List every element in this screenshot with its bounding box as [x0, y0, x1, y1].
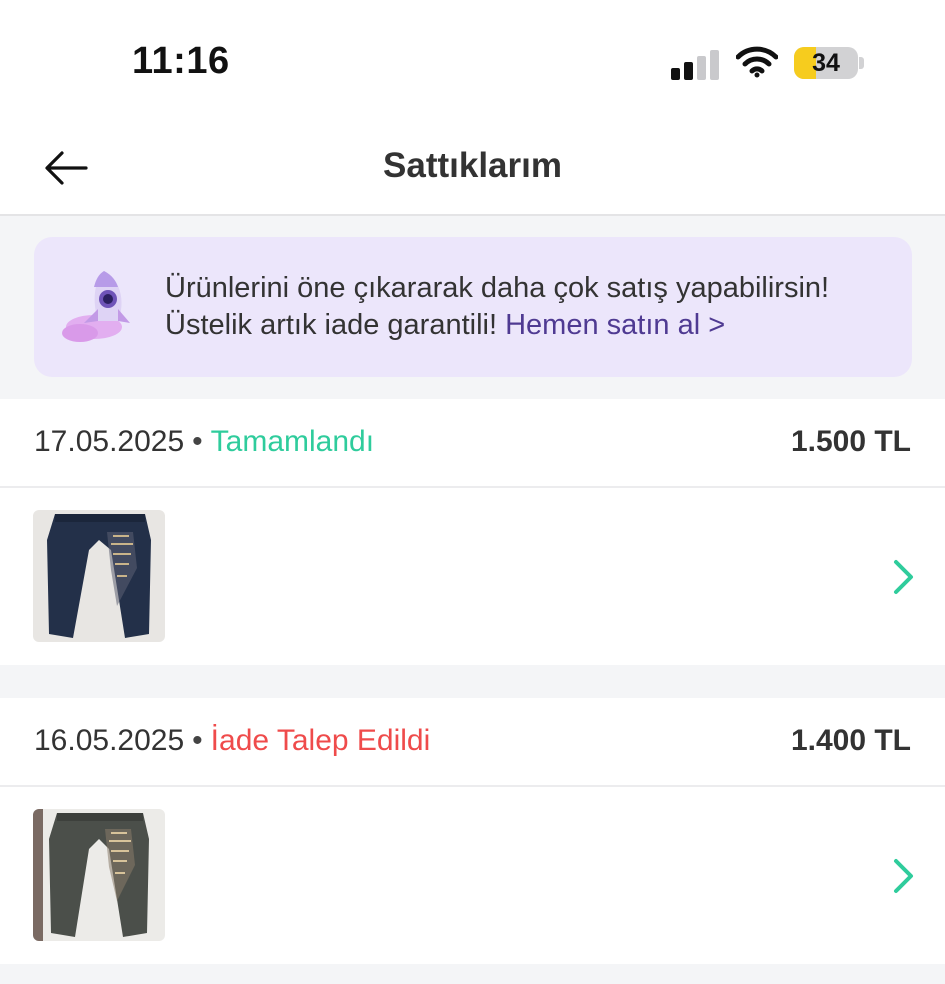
battery-percentage: 34 — [812, 49, 840, 77]
order-date: 16.05.2025 — [34, 724, 185, 757]
order-item-row[interactable] — [0, 787, 945, 964]
status-bar: 11:16 34 — [0, 0, 945, 120]
order-header: 16.05.2025 • İade Talep Edildi 1.400 TL — [0, 698, 945, 787]
promo-text: Ürünlerini öne çıkararak daha çok satış … — [165, 270, 896, 344]
promo-line-2: Üstelik artık iade garantili! Hemen satı… — [165, 307, 896, 344]
order-header: 17.05.2025 • Tamamlandı 1.500 TL — [0, 399, 945, 488]
promo-line-2-text: Üstelik artık iade garantili! — [165, 309, 498, 341]
order-date: 17.05.2025 — [34, 425, 185, 458]
order-card[interactable]: 17.05.2025 • Tamamlandı 1.500 TL — [0, 399, 945, 665]
order-status: İade Talep Edildi — [210, 724, 431, 757]
order-card[interactable]: 16.05.2025 • İade Talep Edildi 1.400 TL — [0, 698, 945, 964]
order-item-row[interactable] — [0, 488, 945, 665]
promo-line-1: Ürünlerini öne çıkararak daha çok satış … — [165, 272, 830, 304]
chevron-right-icon[interactable] — [889, 558, 919, 596]
gray-sweatpants-photo — [33, 809, 165, 941]
product-thumbnail[interactable] — [33, 809, 165, 941]
order-separator: • — [192, 425, 203, 458]
order-meta: 16.05.2025 • İade Talep Edildi — [34, 724, 430, 758]
navy-sweatpants-photo — [33, 510, 165, 642]
wifi-icon — [736, 46, 778, 78]
order-status: Tamamlandı — [210, 425, 375, 458]
status-time: 11:16 — [132, 40, 230, 82]
navigation-bar: Sattıklarım — [0, 120, 945, 216]
cellular-signal-icon — [671, 50, 719, 80]
rocket-icon — [62, 271, 130, 342]
order-price: 1.500 TL — [790, 425, 911, 458]
order-meta: 17.05.2025 • Tamamlandı — [34, 425, 374, 459]
product-thumbnail[interactable] — [33, 510, 165, 642]
buy-now-link[interactable]: Hemen satın al > — [505, 309, 725, 341]
chevron-right-icon[interactable] — [889, 857, 919, 895]
order-separator: • — [192, 724, 203, 757]
battery-indicator: 34 — [794, 47, 858, 79]
order-price: 1.400 TL — [790, 724, 911, 757]
page-title: Sattıklarım — [383, 146, 562, 185]
promo-banner[interactable]: Ürünlerini öne çıkararak daha çok satış … — [34, 237, 912, 377]
battery-tip — [859, 57, 864, 69]
